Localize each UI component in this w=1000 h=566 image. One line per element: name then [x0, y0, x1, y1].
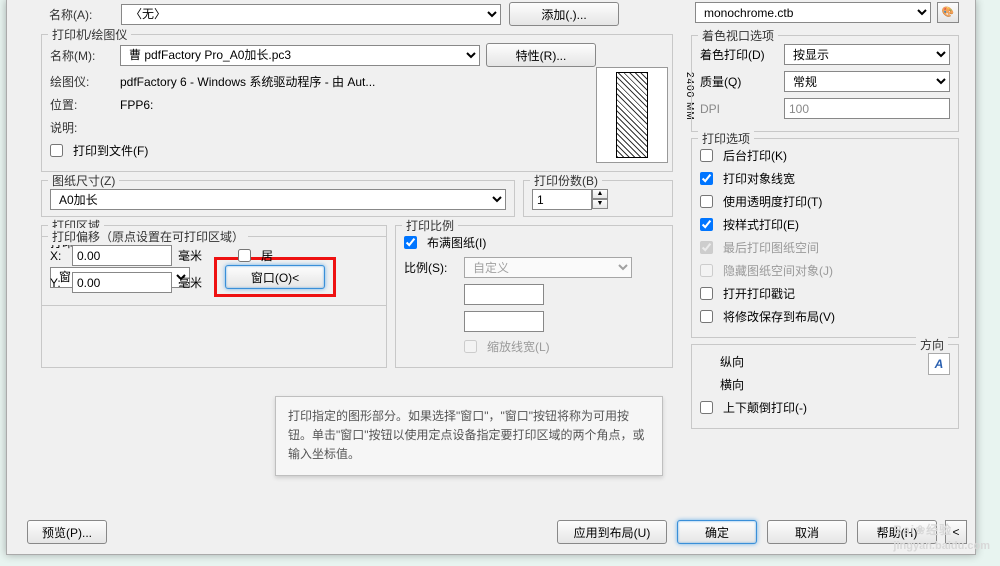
hatch-icon — [616, 72, 648, 158]
y-input[interactable] — [72, 272, 172, 293]
last-paperspace-checkbox — [700, 241, 713, 254]
shade-fieldset: 着色视口选项 着色打印(D) 按显示 质量(Q) 常规 DPI — [691, 35, 959, 132]
offset-fieldset: 打印偏移（原点设置在可打印区域） X: 毫米 居 Y: 毫米 — [41, 236, 387, 306]
location-value: FPP6: — [120, 98, 153, 112]
upside-down-label: 上下颠倒打印(-) — [723, 399, 807, 416]
expand-arrow-button[interactable]: < — [945, 520, 967, 544]
fit-to-paper-label: 布满图纸(I) — [427, 234, 486, 251]
x-input[interactable] — [72, 245, 172, 266]
lineweights-label: 打印对象线宽 — [723, 170, 795, 187]
tooltip-popup: 打印指定的图形部分。如果选择"窗口"，"窗口"按钮将称为可用按钮。单击"窗口"按… — [275, 396, 663, 476]
shade-print-select[interactable]: 按显示 — [784, 44, 950, 65]
center-checkbox[interactable] — [238, 249, 251, 262]
print-scale-fieldset: 打印比例 布满图纸(I) 比例(S): 自定义 — [395, 225, 673, 368]
x-label: X: — [50, 249, 66, 263]
scale-unit2-input — [464, 311, 544, 332]
name-m-select[interactable]: 曹 pdfFactory Pro_A0加长.pc3 — [120, 45, 480, 66]
landscape-label: 横向 — [720, 376, 744, 393]
upside-down-checkbox[interactable] — [700, 401, 713, 414]
y-label: Y: — [50, 276, 66, 290]
x-unit: 毫米 — [178, 247, 202, 264]
printer-fieldset: 打印机/绘图仪 名称(M): 曹 pdfFactory Pro_A0加长.pc3… — [41, 34, 673, 172]
preview-button[interactable]: 预览(P)... — [27, 520, 107, 544]
orientation-legend: 方向 — [916, 336, 948, 353]
help-button[interactable]: 帮助(H) — [857, 520, 937, 544]
save-layout-checkbox[interactable] — [700, 310, 713, 323]
last-paperspace-label: 最后打印图纸空间 — [723, 239, 819, 256]
hide-paperspace-label: 隐藏图纸空间对象(J) — [723, 262, 833, 279]
ctb-edit-button[interactable]: 🎨 — [937, 2, 959, 23]
scale-lineweights-label: 缩放线宽(L) — [487, 338, 550, 355]
orientation-fieldset: 方向 纵向 横向 上下颠倒打印(-) A — [691, 344, 959, 429]
dpi-label: DPI — [700, 102, 778, 116]
chevron-left-icon: < — [952, 525, 959, 539]
copies-spinner[interactable]: ▲▼ — [532, 189, 608, 210]
ctb-row: monochrome.ctb 🎨 — [683, 0, 967, 29]
dpi-input — [784, 98, 950, 119]
plotter-label: 绘图仪: — [50, 73, 114, 90]
copies-fieldset: 打印份数(B) ▲▼ — [523, 180, 673, 217]
plot-styles-checkbox[interactable] — [700, 218, 713, 231]
paper-size-select[interactable]: A0加长 — [50, 189, 506, 210]
description-label: 说明: — [50, 119, 114, 136]
dialog-buttons: 预览(P)... 应用到布局(U) 确定 取消 帮助(H) < — [27, 520, 967, 544]
right-column: monochrome.ctb 🎨 着色视口选项 着色打印(D) 按显示 质量(Q… — [683, 0, 967, 435]
plot-stamp-label: 打开打印戳记 — [723, 285, 795, 302]
portrait-label: 纵向 — [720, 353, 744, 370]
paper-size-fieldset: 图纸尺寸(Z) A0加长 — [41, 180, 515, 217]
left-column: 名称(A): 〈无〉 添加(.)... 打印机/绘图仪 名称(M): 曹 pdf… — [27, 0, 673, 312]
print-options-fieldset: 打印选项 后台打印(K) 打印对象线宽 使用透明度打印(T) 按样式打印(E) … — [691, 138, 959, 338]
ratio-label: 比例(S): — [404, 259, 458, 276]
quality-select[interactable]: 常规 — [784, 71, 950, 92]
add-button[interactable]: 添加(.)... — [509, 2, 619, 26]
apply-layout-button[interactable]: 应用到布局(U) — [557, 520, 667, 544]
lineweights-checkbox[interactable] — [700, 172, 713, 185]
plot-stamp-checkbox[interactable] — [700, 287, 713, 300]
cancel-button[interactable]: 取消 — [767, 520, 847, 544]
name-a-select[interactable]: 〈无〉 — [121, 4, 501, 25]
hide-paperspace-checkbox — [700, 264, 713, 277]
paper-preview: 2400 MM — [596, 67, 668, 163]
transparency-checkbox[interactable] — [700, 195, 713, 208]
copies-down[interactable]: ▼ — [592, 199, 608, 209]
transparency-label: 使用透明度打印(T) — [723, 193, 822, 210]
scale-lineweights-checkbox — [464, 340, 477, 353]
ctb-select[interactable]: monochrome.ctb — [695, 2, 931, 23]
save-layout-label: 将修改保存到布局(V) — [723, 308, 835, 325]
paper-size-legend: 图纸尺寸(Z) — [48, 172, 119, 189]
location-label: 位置: — [50, 96, 114, 113]
name-a-label: 名称(A): — [49, 6, 113, 23]
copies-input[interactable] — [532, 189, 592, 210]
y-unit: 毫米 — [178, 274, 202, 291]
quality-label: 质量(Q) — [700, 73, 778, 90]
bg-plot-label: 后台打印(K) — [723, 147, 787, 164]
print-to-file-checkbox[interactable] — [50, 144, 63, 157]
ratio-select: 自定义 — [464, 257, 632, 278]
copies-up[interactable]: ▲ — [592, 189, 608, 199]
plot-styles-label: 按样式打印(E) — [723, 216, 799, 233]
print-scale-legend: 打印比例 — [402, 217, 458, 234]
ok-button[interactable]: 确定 — [677, 520, 757, 544]
orientation-icon: A — [928, 353, 950, 375]
offset-legend: 打印偏移（原点设置在可打印区域） — [48, 228, 248, 245]
print-to-file-label: 打印到文件(F) — [73, 142, 148, 159]
print-options-legend: 打印选项 — [698, 130, 754, 147]
center-label: 居 — [261, 247, 273, 264]
palette-icon: 🎨 — [942, 7, 954, 18]
plotter-value: pdfFactory 6 - Windows 系统驱动程序 - 由 Aut... — [120, 73, 375, 90]
shade-legend: 着色视口选项 — [698, 27, 778, 44]
fit-to-paper-checkbox[interactable] — [404, 236, 417, 249]
printer-legend: 打印机/绘图仪 — [48, 26, 131, 43]
tooltip-text: 打印指定的图形部分。如果选择"窗口"，"窗口"按钮将称为可用按钮。单击"窗口"按… — [288, 409, 645, 461]
bg-plot-checkbox[interactable] — [700, 149, 713, 162]
copies-legend: 打印份数(B) — [530, 172, 602, 189]
plot-dialog: 名称(A): 〈无〉 添加(.)... 打印机/绘图仪 名称(M): 曹 pdf… — [6, 0, 976, 555]
shade-print-label: 着色打印(D) — [700, 46, 778, 63]
scale-unit1-input — [464, 284, 544, 305]
properties-button[interactable]: 特性(R)... — [486, 43, 596, 67]
name-m-label: 名称(M): — [50, 47, 114, 64]
